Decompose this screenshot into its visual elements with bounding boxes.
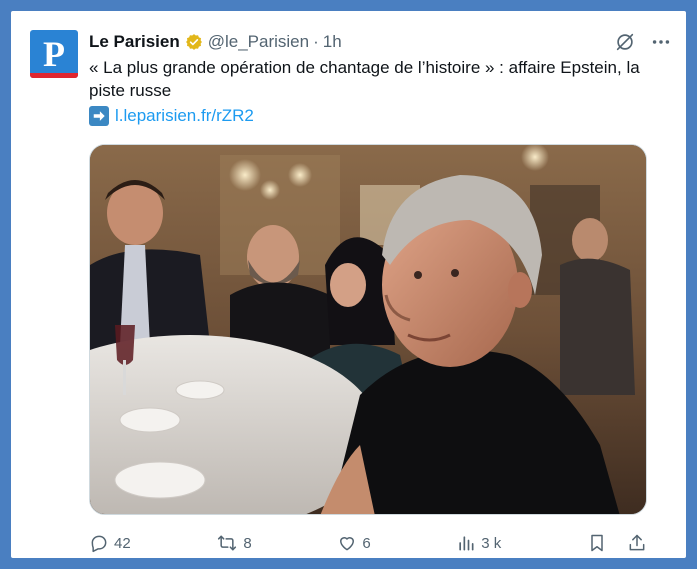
bookmark-icon[interactable]	[587, 533, 607, 553]
share-icon[interactable]	[627, 533, 647, 553]
right-actions	[587, 533, 647, 553]
author-name[interactable]: Le Parisien	[89, 32, 180, 52]
tweet-text: « La plus grande opération de chantage d…	[89, 58, 640, 100]
right-arrow-icon	[89, 106, 109, 126]
grok-icon[interactable]	[614, 31, 636, 53]
tweet-image[interactable]	[89, 144, 647, 515]
tweet-actions: 42 8 6 3 k	[89, 532, 647, 554]
views-count: 3 k	[481, 534, 502, 552]
reply-count: 42	[114, 534, 131, 552]
like-count: 6	[362, 534, 371, 552]
like-button[interactable]: 6	[337, 533, 371, 553]
retweet-icon	[218, 535, 237, 551]
views-button[interactable]: 3 k	[456, 533, 501, 553]
retweet-button[interactable]: 8	[216, 533, 252, 553]
author-handle[interactable]: @le_Parisien	[208, 32, 309, 52]
avatar-logo-letter: P	[43, 34, 65, 74]
separator-dot: ·	[313, 32, 319, 51]
tweet-link-line: l.leparisien.fr/rZR2	[89, 106, 254, 126]
reply-icon	[91, 535, 107, 553]
photo-restaurant-scene	[90, 145, 646, 514]
more-icon[interactable]	[650, 31, 672, 53]
retweet-count: 8	[243, 534, 252, 552]
reply-button[interactable]: 42	[89, 533, 131, 553]
tweet-timestamp[interactable]: 1h	[323, 32, 342, 52]
article-link[interactable]: l.leparisien.fr/rZR2	[115, 106, 254, 126]
views-icon	[459, 536, 474, 551]
tweet-card[interactable]: P Le Parisien @le_Parisien · 1h « La plu…	[11, 11, 686, 558]
top-actions	[614, 31, 672, 53]
avatar-stripe	[30, 73, 78, 78]
verified-badge-icon[interactable]	[185, 33, 203, 51]
avatar[interactable]: P	[30, 30, 78, 78]
heart-icon	[340, 537, 355, 551]
tweet-header: Le Parisien @le_Parisien · 1h	[89, 31, 342, 53]
